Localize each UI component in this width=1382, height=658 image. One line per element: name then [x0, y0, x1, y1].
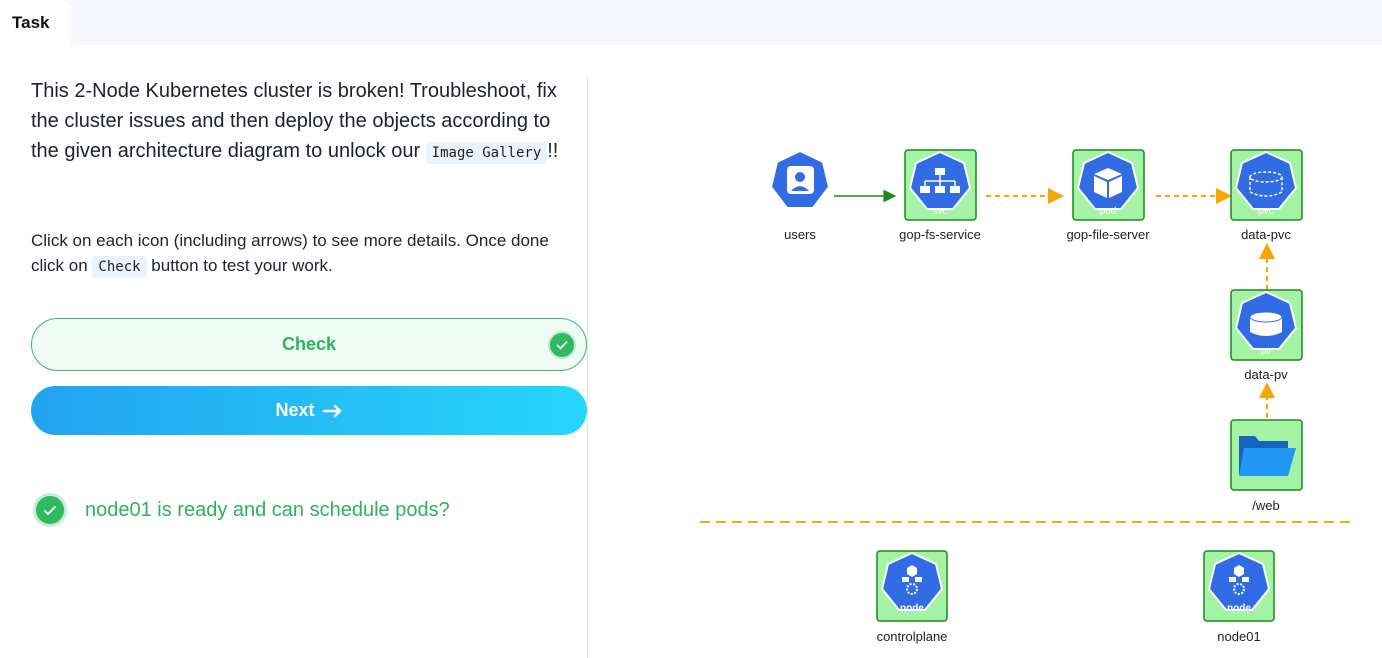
service-icon[interactable]: svc [904, 149, 977, 221]
pvc-icon-label: pvc [1258, 206, 1274, 217]
pv-label: data-pv [1244, 367, 1288, 382]
users-icon-label: user [789, 206, 810, 217]
service-label: gop-fs-service [899, 227, 981, 242]
pv-icon-label: pv [1261, 346, 1272, 357]
users-label: users [784, 227, 816, 242]
folder-icon[interactable] [1230, 419, 1303, 491]
pod-icon-label: pod [1100, 206, 1117, 217]
pod-icon[interactable]: pod [1072, 149, 1145, 221]
users-icon[interactable]: user [769, 149, 831, 217]
node01-node-icon[interactable]: node [1203, 550, 1275, 622]
controlplane-node-icon[interactable]: node [876, 550, 948, 622]
architecture-diagram: user users svc gop-fs-service pod gop-fi… [700, 149, 1355, 644]
hostpath-label: /web [1252, 498, 1279, 513]
controlplane-label: controlplane [877, 629, 948, 644]
pv-icon[interactable]: pv [1230, 289, 1303, 361]
pvc-label: data-pvc [1241, 227, 1291, 242]
pvc-icon[interactable]: pvc [1230, 149, 1303, 221]
pod-label: gop-file-server [1066, 227, 1150, 242]
service-icon-label: svc [933, 206, 948, 217]
controlplane-icon-label: node [900, 603, 924, 614]
node01-label: node01 [1217, 629, 1260, 644]
node01-icon-label: node [1227, 603, 1251, 614]
